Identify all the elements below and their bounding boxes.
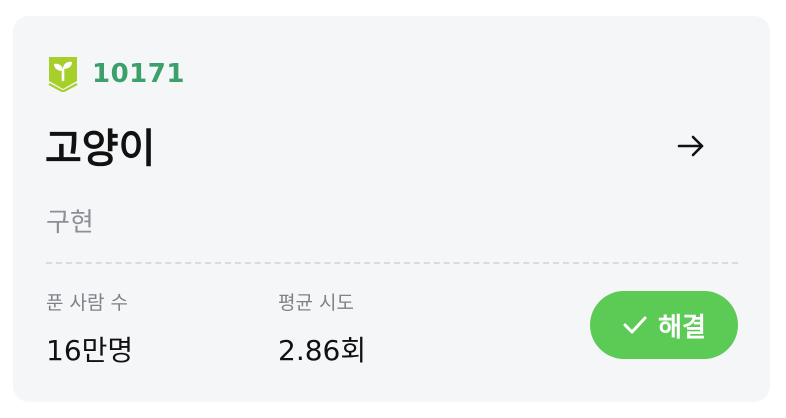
solved-status-button[interactable]: 해결 — [590, 291, 738, 359]
check-icon — [622, 314, 648, 336]
open-problem-link[interactable] — [673, 132, 709, 164]
solvers-label: 푼 사람 수 — [46, 292, 128, 314]
problem-card[interactable]: 10171 고양이 구현 푼 사람 수 16만명 평균 시도 2.86회 해결 — [13, 16, 770, 402]
sprout-shield-icon — [48, 56, 78, 92]
attempts-stat: 평균 시도 2.86회 — [278, 288, 366, 369]
solvers-stat: 푼 사람 수 16만명 — [46, 288, 133, 369]
attempts-label: 평균 시도 — [278, 292, 354, 314]
problem-tag: 구현 — [46, 208, 94, 238]
arrow-right-icon — [677, 134, 705, 162]
problem-title: 고양이 — [45, 126, 156, 172]
solvers-value: 16만명 — [46, 334, 134, 367]
solved-status-label: 해결 — [658, 312, 706, 343]
problem-id: 10171 — [92, 59, 185, 89]
attempts-value: 2.86회 — [278, 334, 367, 367]
problem-id-row: 10171 — [48, 56, 185, 92]
divider — [46, 262, 738, 264]
